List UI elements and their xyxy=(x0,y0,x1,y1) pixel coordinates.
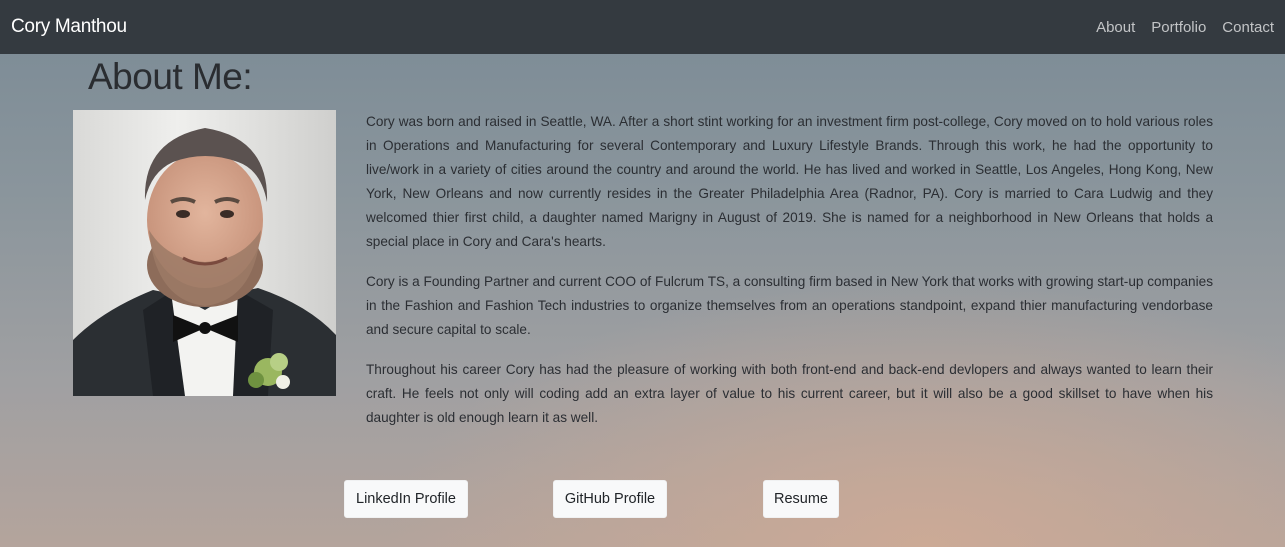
portrait-image xyxy=(73,110,336,396)
nav-links: About Portfolio Contact xyxy=(1096,19,1274,36)
page-title: About Me: xyxy=(88,56,253,97)
nav-link-contact[interactable]: Contact xyxy=(1222,19,1274,36)
bio-paragraph-2: Cory is a Founding Partner and current C… xyxy=(366,274,1213,337)
linkedin-profile-button[interactable]: LinkedIn Profile xyxy=(344,480,468,518)
github-profile-button[interactable]: GitHub Profile xyxy=(553,480,667,518)
resume-button[interactable]: Resume xyxy=(763,480,839,518)
bio-paragraph-3: Throughout his career Cory has had the p… xyxy=(366,362,1213,425)
bio-text: Cory was born and raised in Seattle, WA.… xyxy=(366,110,1213,446)
nav-link-portfolio[interactable]: Portfolio xyxy=(1151,19,1206,36)
bio-paragraph-1: Cory was born and raised in Seattle, WA.… xyxy=(366,114,1213,249)
navbar: Cory Manthou About Portfolio Contact xyxy=(0,0,1285,54)
nav-link-about[interactable]: About xyxy=(1096,19,1135,36)
brand-link[interactable]: Cory Manthou xyxy=(11,16,127,38)
profile-photo xyxy=(73,110,336,396)
